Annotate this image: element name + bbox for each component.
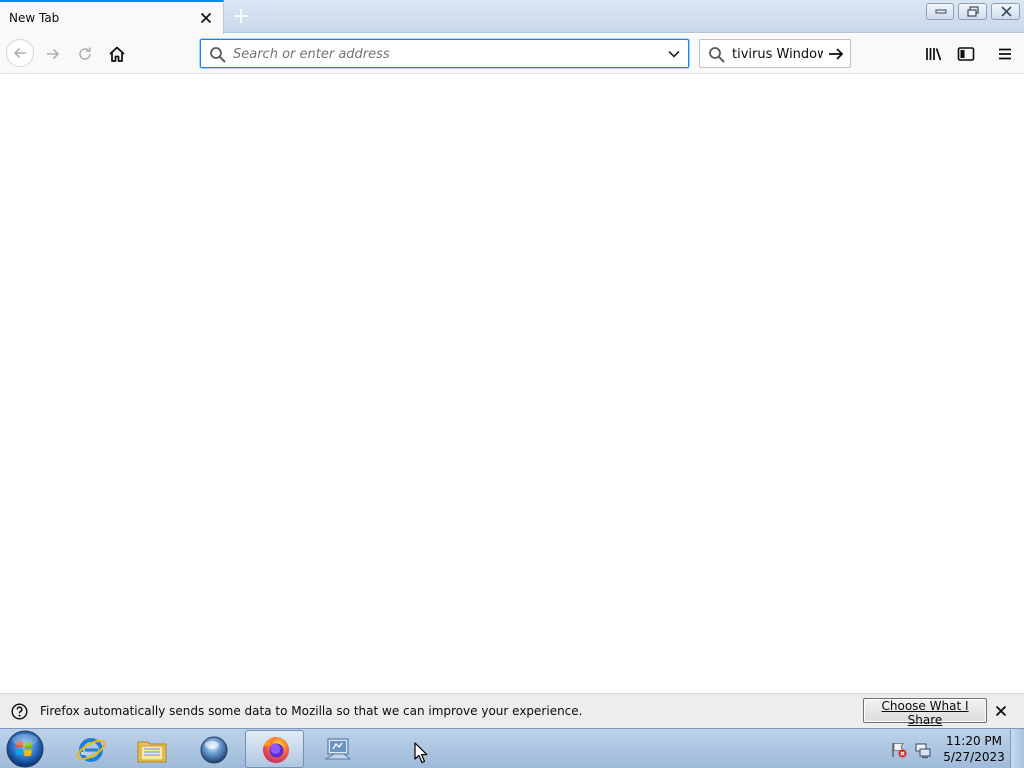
start-button[interactable] [3, 729, 47, 768]
taskbar-windows-explorer[interactable] [121, 730, 180, 768]
window-restore-button[interactable] [958, 3, 987, 20]
forward-button[interactable] [41, 42, 65, 66]
navigation-toolbar: tivirus Window [0, 34, 1024, 74]
system-clock[interactable]: 11:20 PM 5/27/2023 [940, 733, 1008, 765]
tab-strip: New Tab [0, 0, 1024, 34]
tab-new-tab[interactable]: New Tab [0, 0, 224, 34]
network-status-icon[interactable] [914, 741, 932, 762]
window-close-button[interactable] [991, 3, 1020, 20]
home-icon [109, 46, 125, 62]
windows-taskbar: 11:20 PM 5/27/2023 [0, 728, 1024, 768]
clock-time: 11:20 PM [946, 734, 1002, 748]
firefox-icon [263, 737, 289, 763]
back-button[interactable] [6, 39, 34, 67]
hamburger-menu-icon [999, 48, 1011, 60]
page-content[interactable] [0, 75, 1024, 693]
windows-explorer-icon [137, 741, 167, 763]
media-player-icon [200, 736, 228, 764]
taskbar-network-app[interactable] [307, 730, 366, 768]
notification-message: Firefox automatically sends some data to… [40, 704, 583, 718]
home-button[interactable] [105, 42, 129, 66]
network-app-icon [324, 738, 352, 760]
choose-what-i-share-button[interactable]: Choose What I Share [863, 698, 987, 727]
internet-explorer-icon [76, 738, 106, 762]
reload-button[interactable] [73, 42, 97, 66]
taskbar-firefox[interactable] [245, 730, 304, 768]
chevron-down-icon[interactable] [667, 48, 681, 63]
search-icon [209, 46, 227, 67]
taskbar-internet-explorer[interactable] [60, 730, 119, 768]
library-button[interactable] [922, 42, 946, 66]
taskbar-media-player[interactable] [183, 730, 242, 768]
tab-close-icon[interactable] [198, 10, 214, 26]
show-desktop-button[interactable] [1010, 729, 1024, 768]
window-minimize-button[interactable] [926, 3, 954, 20]
forward-arrow-icon [47, 48, 60, 60]
search-icon [708, 46, 726, 67]
windows-start-orb-icon [6, 730, 44, 768]
new-tab-plus-icon[interactable] [232, 7, 250, 25]
data-collection-notification: Firefox automatically sends some data to… [0, 693, 1024, 728]
close-icon[interactable] [993, 703, 1009, 722]
address-bar[interactable] [200, 39, 689, 68]
search-go-arrow-icon[interactable] [827, 46, 845, 65]
search-input[interactable]: tivirus Window [732, 47, 823, 62]
help-question-icon [11, 703, 28, 723]
search-bar[interactable]: tivirus Window [699, 39, 851, 68]
library-icon [926, 48, 942, 61]
sidebar-button[interactable] [954, 42, 978, 66]
sidebar-icon [957, 47, 975, 61]
address-input[interactable] [233, 45, 653, 63]
back-arrow-icon [13, 47, 26, 59]
tab-title: New Tab [9, 11, 60, 25]
action-center-flag-icon[interactable] [890, 741, 908, 762]
mouse-pointer-icon [414, 742, 428, 767]
clock-date: 5/27/2023 [943, 750, 1005, 764]
menu-button[interactable] [993, 42, 1017, 66]
reload-icon [79, 47, 91, 60]
